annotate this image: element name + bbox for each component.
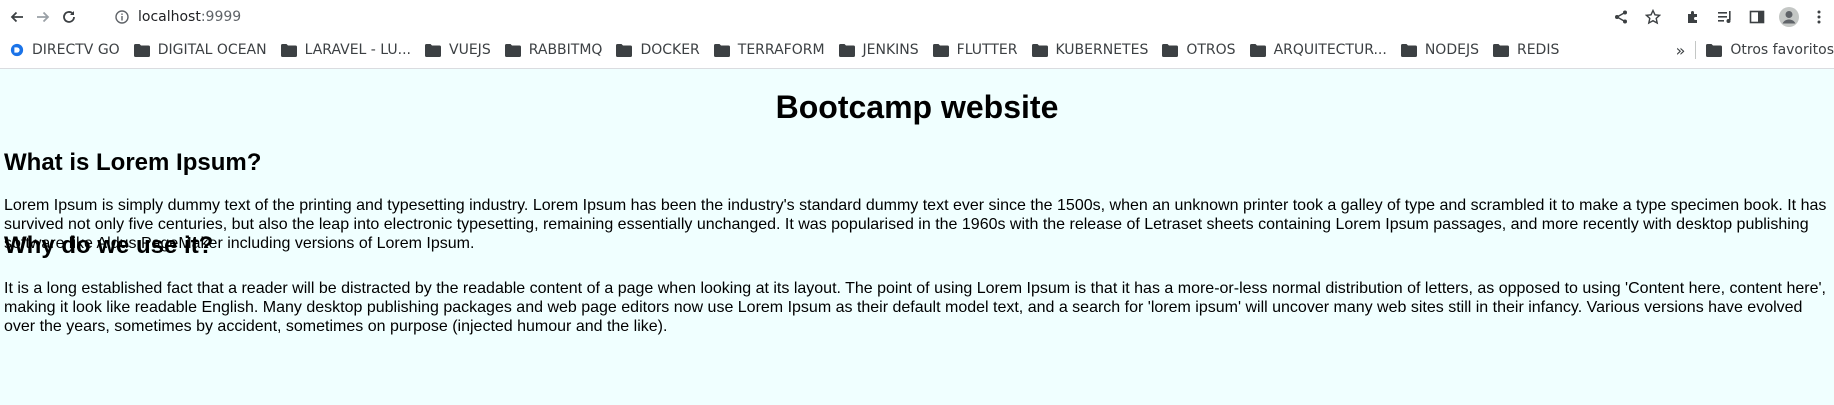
profile-button[interactable] xyxy=(1776,4,1802,30)
puzzle-icon xyxy=(1688,11,1697,23)
folder-icon xyxy=(838,43,855,57)
address-bar[interactable]: localhost:9999 xyxy=(104,4,1604,30)
arrow-left-icon xyxy=(10,11,23,23)
reload-icon xyxy=(63,11,75,23)
folder-icon xyxy=(1706,43,1723,57)
arrow-right-icon xyxy=(37,11,50,23)
section-heading-why-use: Why do we use it? xyxy=(4,232,214,259)
folder-icon xyxy=(280,43,297,57)
bookmark-label: OTROS xyxy=(1186,42,1236,58)
menu-button[interactable] xyxy=(1806,4,1832,30)
bookmark-folder-flutter[interactable]: FLUTTER xyxy=(929,37,1022,63)
bookmarks-overflow-button[interactable]: » xyxy=(1672,37,1690,63)
folder-icon xyxy=(133,43,150,57)
bookmark-folder-docker[interactable]: DOCKER xyxy=(612,37,703,63)
bookmark-label: FLUTTER xyxy=(956,42,1018,58)
folder-icon xyxy=(1249,43,1266,57)
star-icon xyxy=(1645,9,1661,25)
folder-icon xyxy=(1162,43,1179,57)
side-panel-button[interactable] xyxy=(1744,4,1770,30)
folder-icon xyxy=(616,43,633,57)
bookmark-folder-redis[interactable]: REDIS xyxy=(1489,37,1563,63)
extensions-button[interactable] xyxy=(1680,4,1706,30)
bookmark-folder-arquitectura[interactable]: ARQUITECTUR... xyxy=(1246,37,1391,63)
bookmark-label: REDIS xyxy=(1516,42,1560,58)
folder-icon xyxy=(1031,43,1048,57)
bookmark-folder-otros[interactable]: OTROS xyxy=(1158,37,1239,63)
page-content: Bootcamp website What is Lorem Ipsum? Lo… xyxy=(0,69,1834,405)
playlist-icon xyxy=(1718,11,1731,23)
bookmark-folder-digital-ocean[interactable]: DIGITAL OCEAN xyxy=(130,37,271,63)
bookmark-label: ARQUITECTUR... xyxy=(1273,42,1387,58)
bookmark-label: JENKINS xyxy=(862,42,919,58)
bookmark-label: RABBITMQ xyxy=(528,42,603,58)
share-icon xyxy=(1615,10,1627,24)
bookmark-star-button[interactable] xyxy=(1640,4,1666,30)
url-text: localhost:9999 xyxy=(138,9,241,25)
kebab-menu-icon xyxy=(1817,10,1821,24)
bookmark-folder-jenkins[interactable]: JENKINS xyxy=(835,37,923,63)
bookmark-label: NODEJS xyxy=(1424,42,1479,58)
folder-icon xyxy=(504,43,521,57)
folder-icon xyxy=(713,43,730,57)
bookmark-label: TERRAFORM xyxy=(737,42,825,58)
bookmarks-separator xyxy=(1695,41,1697,59)
bookmark-folder-laravel[interactable]: LARAVEL - LU... xyxy=(277,37,415,63)
section-body-what-is: Lorem Ipsum is simply dummy text of the … xyxy=(4,197,1827,252)
bookmark-label: VUEJS xyxy=(449,42,491,58)
forward-button[interactable] xyxy=(30,4,56,30)
section-heading-what-is: What is Lorem Ipsum? xyxy=(4,149,262,176)
bookmarks-bar: DIRECTV GO DIGITAL OCEAN LARAVEL - LU...… xyxy=(0,37,1834,63)
folder-icon xyxy=(1492,43,1509,57)
bookmark-label: DIGITAL OCEAN xyxy=(157,42,267,58)
bookmark-folder-otros-favoritos[interactable]: Otros favoritos xyxy=(1702,37,1834,63)
bookmark-directv-go[interactable]: DIRECTV GO xyxy=(6,37,124,63)
share-button[interactable] xyxy=(1608,4,1634,30)
directv-icon xyxy=(10,43,24,57)
section-body-why-use: It is a long established fact that a rea… xyxy=(4,280,1826,335)
bookmark-folder-rabbitmq[interactable]: RABBITMQ xyxy=(501,37,607,63)
browser-chrome: localhost:9999 DIRECTV GO DIGITAL OCEAN … xyxy=(0,0,1834,69)
site-info-icon[interactable] xyxy=(114,9,130,25)
url-port: :9999 xyxy=(200,9,242,25)
url-host: localhost xyxy=(138,9,201,25)
folder-icon xyxy=(932,43,949,57)
reload-button[interactable] xyxy=(56,4,82,30)
browser-toolbar: localhost:9999 xyxy=(0,0,1834,34)
bookmark-folder-kubernetes[interactable]: KUBERNETES xyxy=(1028,37,1153,63)
media-control-button[interactable] xyxy=(1712,4,1738,30)
avatar-icon xyxy=(1779,7,1799,27)
page-title: Bootcamp website xyxy=(775,89,1059,125)
side-panel-icon xyxy=(1749,10,1765,24)
bookmark-label: KUBERNETES xyxy=(1055,42,1149,58)
bookmark-folder-vuejs[interactable]: VUEJS xyxy=(421,37,495,63)
bookmark-label: DOCKER xyxy=(640,42,700,58)
bookmark-label: Otros favoritos xyxy=(1730,42,1834,58)
folder-icon xyxy=(425,43,442,57)
bookmark-folder-terraform[interactable]: TERRAFORM xyxy=(710,37,829,63)
bookmark-label: LARAVEL - LU... xyxy=(304,42,412,58)
bookmark-label: DIRECTV GO xyxy=(32,42,120,58)
bookmark-folder-nodejs[interactable]: NODEJS xyxy=(1397,37,1483,63)
folder-icon xyxy=(1400,43,1417,57)
back-button[interactable] xyxy=(4,4,30,30)
